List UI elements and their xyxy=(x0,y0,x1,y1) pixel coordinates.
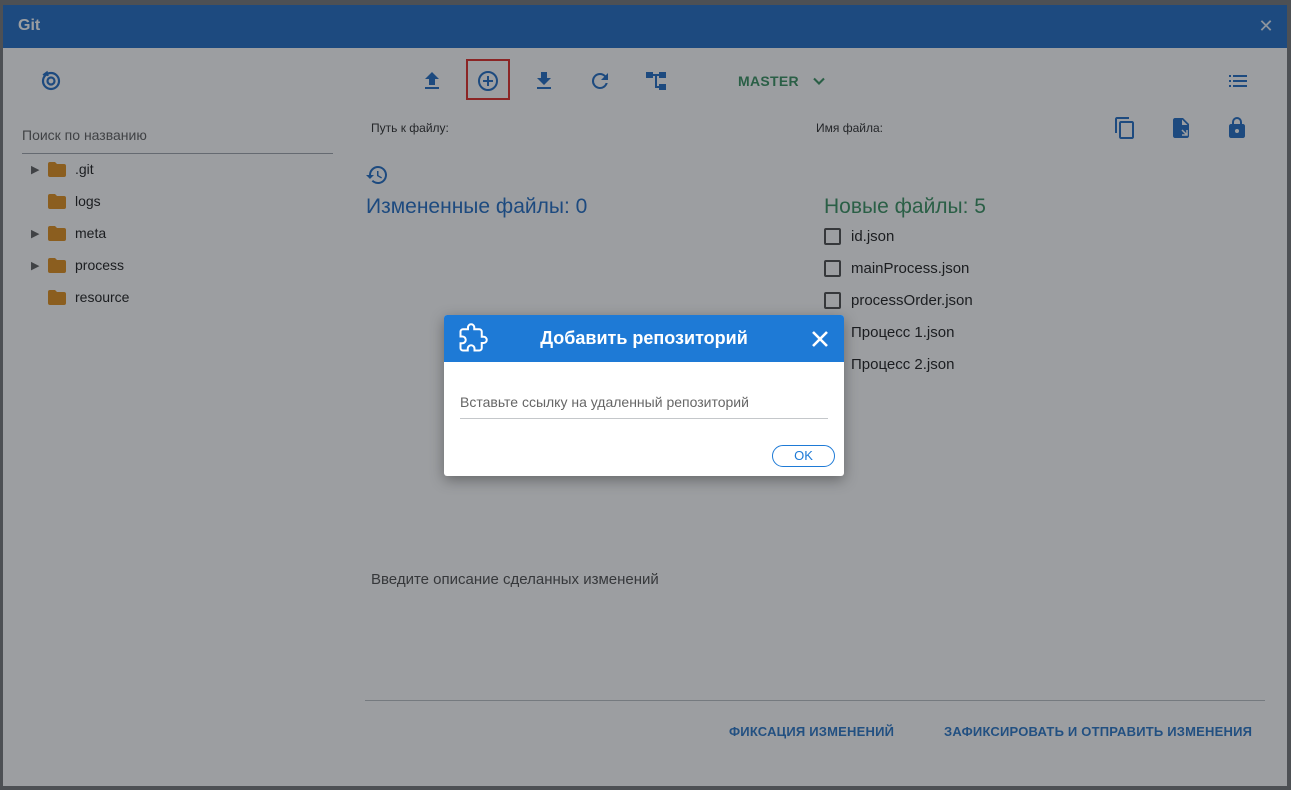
repository-url-field[interactable] xyxy=(460,391,828,419)
close-icon[interactable] xyxy=(810,329,830,349)
dialog-header: Добавить репозиторий xyxy=(444,315,844,362)
ok-button[interactable]: OK xyxy=(772,445,835,467)
add-repository-dialog: Добавить репозиторий OK xyxy=(444,315,844,476)
repository-url-input[interactable] xyxy=(460,391,828,410)
dialog-title: Добавить репозиторий xyxy=(540,328,748,348)
